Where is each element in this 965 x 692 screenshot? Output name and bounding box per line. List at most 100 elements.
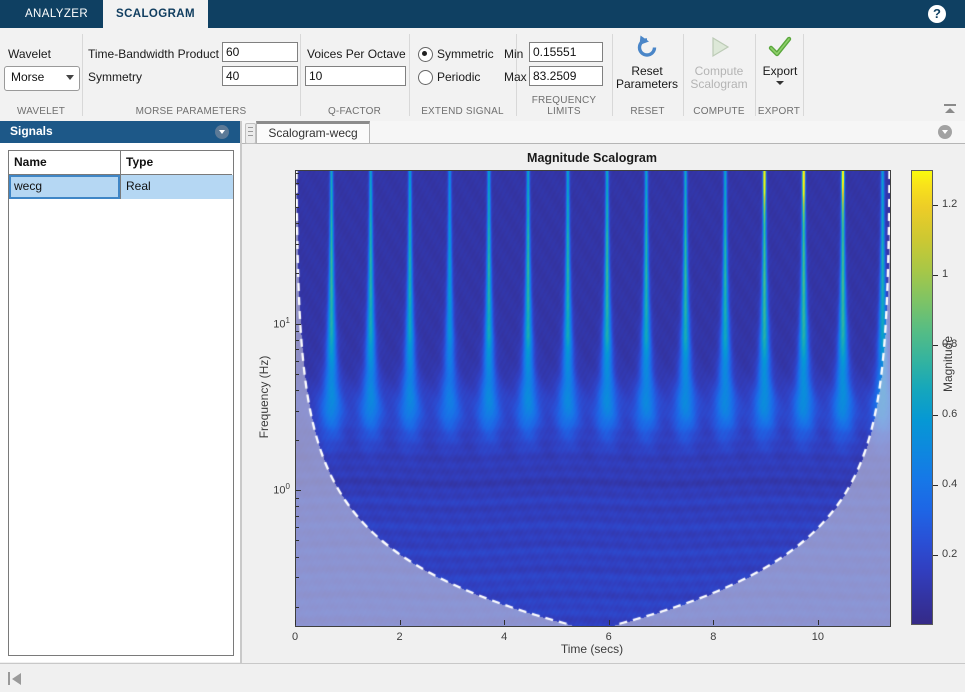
document-actions-button[interactable]: [938, 125, 952, 139]
y-minor-tick-mark: [296, 527, 299, 528]
signals-table-header-name[interactable]: Name: [9, 151, 121, 175]
y-minor-tick-mark: [296, 331, 299, 332]
time-bandwidth-input[interactable]: [222, 42, 298, 62]
signals-panel-header: Signals: [0, 121, 240, 143]
signal-type-cell[interactable]: Real: [121, 175, 232, 199]
y-minor-tick-mark: [296, 411, 299, 412]
colorbar: [911, 170, 933, 625]
signals-panel-collapse-button[interactable]: [215, 125, 229, 139]
signals-table-header-row: Name Type: [9, 151, 233, 175]
scalogram-plot: [295, 170, 891, 627]
colorbar-tick-mark: [933, 345, 938, 346]
triangle-left-icon: [12, 673, 21, 685]
reset-icon: [634, 34, 660, 60]
app-window: ANALYZER SCALOGRAM ? Wavelet Morse WAVEL…: [0, 0, 965, 692]
colorbar-tick-mark: [933, 415, 938, 416]
help-icon[interactable]: ?: [928, 5, 946, 23]
chevron-down-icon: [219, 130, 225, 134]
freq-max-label: Max: [504, 70, 527, 84]
scalogram-figure: Magnitude Scalogram Frequency (Hz) Time …: [242, 144, 965, 663]
y-minor-tick-mark: [296, 349, 299, 350]
symmetric-radio[interactable]: [418, 47, 433, 62]
section-divider: [82, 34, 83, 116]
y-minor-tick-mark: [296, 540, 299, 541]
ribbon-tab-strip: ANALYZER SCALOGRAM ?: [0, 0, 965, 28]
x-tick-label: 8: [701, 631, 725, 643]
y-minor-tick-mark: [296, 223, 299, 224]
y-minor-tick-mark: [296, 498, 299, 499]
y-minor-tick-mark: [296, 440, 299, 441]
minimize-ribbon-icon[interactable]: [943, 104, 957, 115]
checkmark-icon: [767, 34, 793, 60]
colorbar-tick-mark: [933, 555, 938, 556]
section-divider: [409, 34, 410, 116]
export-button-label: Export: [748, 65, 812, 78]
table-row[interactable]: wecg Real: [9, 175, 233, 199]
y-tick-label: 100: [266, 482, 290, 497]
symmetry-input[interactable]: [222, 66, 298, 86]
y-minor-tick-mark: [296, 390, 299, 391]
periodic-radio[interactable]: [418, 70, 433, 85]
signals-panel-body: Name Type wecg Real: [0, 143, 240, 662]
wavelet-label: Wavelet: [8, 47, 51, 61]
colorbar-tick-label: 0.8: [942, 338, 965, 350]
symmetry-label: Symmetry: [88, 70, 142, 84]
x-tick-label: 6: [597, 631, 621, 643]
triangle-up-icon: [945, 108, 955, 113]
chevron-down-icon: [66, 75, 74, 80]
signals-table: Name Type wecg Real: [8, 150, 234, 656]
extend-signal-section-caption: EXTEND SIGNAL: [409, 106, 516, 117]
export-button[interactable]: Export: [748, 34, 812, 85]
symmetric-radio-label[interactable]: Symmetric: [437, 47, 494, 61]
play-icon: [706, 34, 732, 60]
compute-scalogram-button[interactable]: Compute Scalogram: [684, 34, 754, 91]
colorbar-tick-label: 1.2: [942, 198, 965, 210]
y-minor-tick-mark: [296, 183, 299, 184]
y-minor-tick-mark: [296, 361, 299, 362]
y-minor-tick-mark: [296, 194, 299, 195]
document-tab-scalogram-wecg[interactable]: Scalogram-wecg: [256, 121, 370, 143]
morse-parameters-section-caption: MORSE PARAMETERS: [82, 106, 300, 117]
tab-analyzer[interactable]: ANALYZER: [10, 0, 103, 28]
colorbar-tick-label: 0.4: [942, 478, 965, 490]
x-tick-label: 0: [283, 631, 307, 643]
x-tick-mark: [504, 620, 505, 625]
periodic-radio-label[interactable]: Periodic: [437, 70, 480, 84]
compute-button-label-line2: Scalogram: [684, 78, 754, 91]
reset-parameters-button[interactable]: Reset Parameters: [607, 34, 687, 91]
colorbar-tick-mark: [933, 205, 938, 206]
signals-table-header-type[interactable]: Type: [121, 151, 232, 175]
colorbar-tick-mark: [933, 485, 938, 486]
chart-title: Magnitude Scalogram: [295, 151, 889, 165]
export-section-caption: EXPORT: [755, 106, 803, 117]
time-bandwidth-label: Time-Bandwidth Product: [88, 47, 219, 61]
radio-selected-dot: [422, 51, 427, 56]
scalogram-canvas[interactable]: [296, 171, 890, 626]
y-tick-mark: [296, 490, 301, 491]
voices-per-octave-label: Voices Per Octave: [307, 47, 406, 61]
x-axis-label: Time (secs): [295, 642, 889, 656]
section-divider: [300, 34, 301, 116]
voices-per-octave-input[interactable]: [305, 66, 406, 86]
y-minor-tick-mark: [296, 207, 299, 208]
signal-name-cell[interactable]: wecg: [9, 175, 121, 199]
x-tick-mark: [609, 620, 610, 625]
freq-min-input[interactable]: [529, 42, 603, 62]
wavelet-dropdown-value: Morse: [11, 70, 44, 84]
y-minor-tick-mark: [296, 173, 299, 174]
y-minor-tick-mark: [296, 577, 299, 578]
frequency-limits-section-caption: FREQUENCY LIMITS: [516, 95, 612, 117]
freq-max-input[interactable]: [529, 66, 603, 86]
x-tick-mark: [295, 620, 296, 625]
document-drag-handle[interactable]: [245, 123, 256, 144]
x-tick-label: 2: [388, 631, 412, 643]
document-tab-strip: Scalogram-wecg: [242, 121, 965, 144]
wavelet-section-caption: WAVELET: [0, 106, 82, 117]
y-minor-tick-mark: [296, 244, 299, 245]
x-tick-label: 4: [492, 631, 516, 643]
collapse-left-panel-icon[interactable]: [8, 672, 22, 685]
wavelet-dropdown[interactable]: Morse: [4, 66, 80, 91]
status-strip: [0, 663, 965, 692]
q-factor-section-caption: Q-FACTOR: [300, 106, 409, 117]
tab-scalogram[interactable]: SCALOGRAM: [103, 0, 208, 28]
